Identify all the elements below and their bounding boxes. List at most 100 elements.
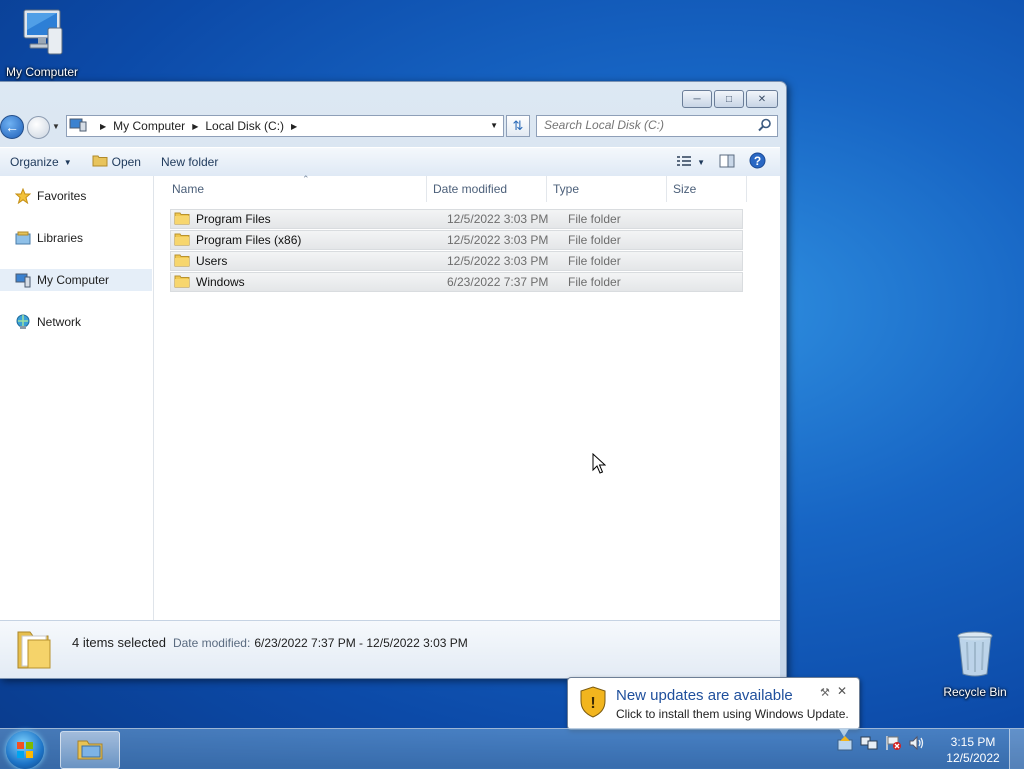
- chevron-right-icon[interactable]: ▶: [192, 122, 198, 131]
- file-name: Users: [196, 254, 228, 268]
- search-icon[interactable]: [758, 118, 772, 135]
- desktop-icon-label: Recycle Bin: [943, 685, 1007, 699]
- breadcrumb-local-disk[interactable]: Local Disk (C:): [205, 119, 284, 133]
- show-desktop-button[interactable]: [1009, 729, 1024, 769]
- windows-logo-icon: [16, 741, 34, 762]
- svg-text:?: ?: [754, 154, 761, 168]
- address-bar[interactable]: ▶ My Computer ▶ Local Disk (C:) ▶ ▼: [66, 115, 504, 137]
- nav-item-network[interactable]: Network: [0, 311, 152, 333]
- navigation-pane: Favorites Libraries My Computer Network: [0, 176, 154, 620]
- address-dropdown-icon[interactable]: ▼: [490, 121, 498, 130]
- preview-pane-button[interactable]: [711, 150, 743, 174]
- file-date: 12/5/2022 3:03 PM: [447, 254, 549, 268]
- star-icon: [15, 188, 31, 204]
- folder-icon: [174, 211, 190, 228]
- chevron-down-icon[interactable]: ▼: [697, 158, 705, 167]
- back-button[interactable]: ←: [0, 115, 24, 139]
- nav-label: My Computer: [37, 273, 110, 287]
- network-icon: [15, 314, 31, 330]
- file-list: Name ⌃ Date modified Type Size Program F…: [154, 174, 780, 620]
- help-icon: ?: [749, 152, 766, 172]
- recent-pages-dropdown[interactable]: ▼: [52, 122, 60, 131]
- maximize-button[interactable]: □: [714, 90, 744, 108]
- column-header-size[interactable]: Size: [667, 176, 747, 202]
- content-area: Favorites Libraries My Computer Network: [0, 174, 780, 620]
- chevron-right-icon[interactable]: ▶: [100, 122, 106, 131]
- desktop-icon-my-computer[interactable]: My Computer: [0, 8, 84, 79]
- start-button[interactable]: [6, 731, 44, 769]
- open-folder-icon: [92, 154, 108, 170]
- libraries-icon: [15, 230, 31, 246]
- taskbar-clock[interactable]: 3:15 PM 12/5/2022: [938, 734, 1008, 766]
- computer-icon: [15, 272, 31, 288]
- balloon-options-icon[interactable]: ⚒: [820, 686, 830, 699]
- file-row[interactable]: Program Files 12/5/2022 3:03 PM File fol…: [170, 209, 743, 229]
- update-notification-balloon[interactable]: ! New updates are available Click to ins…: [567, 677, 860, 730]
- desktop-icon-label: My Computer: [5, 65, 79, 79]
- file-date: 12/5/2022 3:03 PM: [447, 233, 549, 247]
- volume-icon[interactable]: [908, 735, 926, 754]
- column-label: Size: [673, 182, 697, 196]
- chevron-right-icon[interactable]: ▶: [291, 122, 297, 131]
- nav-item-my-computer[interactable]: My Computer: [0, 269, 152, 291]
- selection-count: 4 items selected: [72, 635, 166, 650]
- multiple-folders-icon: [14, 626, 54, 673]
- column-header-name[interactable]: Name ⌃: [166, 174, 427, 202]
- new-folder-button[interactable]: New folder: [151, 150, 228, 174]
- file-type: File folder: [568, 233, 621, 247]
- taskbar: 3:15 PM 12/5/2022: [0, 728, 1024, 769]
- close-button[interactable]: ✕: [746, 90, 778, 108]
- network-tray-icon[interactable]: [860, 735, 878, 754]
- taskbar-explorer-button[interactable]: [60, 731, 120, 769]
- organize-label: Organize: [10, 155, 59, 169]
- search-box[interactable]: [536, 115, 778, 137]
- column-header-date-modified[interactable]: Date modified: [427, 176, 547, 202]
- folder-icon: [174, 253, 190, 270]
- details-pane: 4 items selected Date modified: 6/23/202…: [0, 620, 780, 678]
- minimize-button[interactable]: ─: [682, 90, 712, 108]
- column-label: Date modified: [433, 182, 508, 196]
- desktop-icon-recycle-bin[interactable]: Recycle Bin: [933, 630, 1017, 699]
- change-view-button[interactable]: ▼: [670, 150, 711, 174]
- open-label: Open: [111, 155, 141, 169]
- balloon-close-button[interactable]: ✕: [837, 684, 847, 698]
- toolbar-right: ▼ ?: [670, 150, 780, 174]
- nav-label: Network: [37, 315, 82, 329]
- file-name: Program Files: [196, 212, 271, 226]
- date-modified-value: 6/23/2022 7:37 PM - 12/5/2022 3:03 PM: [254, 635, 468, 650]
- clock-date: 12/5/2022: [946, 751, 1000, 765]
- action-center-flag-icon[interactable]: [884, 735, 902, 754]
- clock-time: 3:15 PM: [950, 735, 996, 749]
- organize-button[interactable]: Organize ▼: [0, 150, 82, 174]
- system-tray: [836, 735, 932, 754]
- refresh-button[interactable]: ⇅: [506, 115, 530, 137]
- file-row[interactable]: Program Files (x86) 12/5/2022 3:03 PM Fi…: [170, 230, 743, 250]
- help-button[interactable]: ?: [743, 150, 780, 174]
- command-bar: Organize ▼ Open New folder ▼ ?: [0, 147, 780, 177]
- chevron-down-icon: ▼: [63, 157, 72, 167]
- explorer-window: ─ □ ✕ ← ▼ ▶ My Computer ▶ Local Disk (C:…: [0, 81, 787, 679]
- nav-label: Favorites: [37, 189, 87, 203]
- windows-update-shield-icon: !: [580, 686, 606, 721]
- column-label: Type: [553, 182, 580, 196]
- preview-pane-icon: [719, 154, 735, 171]
- computer-icon: [69, 118, 87, 135]
- file-row[interactable]: Windows 6/23/2022 7:37 PM File folder: [170, 272, 743, 292]
- nav-item-favorites[interactable]: Favorites: [0, 185, 152, 207]
- column-header-type[interactable]: Type: [547, 176, 667, 202]
- column-label: Name: [172, 182, 205, 196]
- forward-button[interactable]: [27, 116, 50, 139]
- mouse-cursor-icon: [592, 452, 607, 478]
- nav-item-libraries[interactable]: Libraries: [0, 227, 152, 249]
- search-input[interactable]: [537, 116, 754, 134]
- caption-buttons: ─ □ ✕: [680, 90, 778, 108]
- breadcrumb-my-computer[interactable]: My Computer: [113, 119, 185, 133]
- refresh-icon: ⇅: [512, 118, 524, 133]
- date-modified-label: Date modified:: [172, 635, 251, 650]
- new-folder-label: New folder: [160, 155, 219, 169]
- file-date: 12/5/2022 3:03 PM: [447, 212, 549, 226]
- update-tray-icon[interactable]: [836, 735, 854, 754]
- file-row[interactable]: Users 12/5/2022 3:03 PM File folder: [170, 251, 743, 271]
- folder-icon: [174, 274, 190, 291]
- open-button[interactable]: Open: [82, 150, 151, 174]
